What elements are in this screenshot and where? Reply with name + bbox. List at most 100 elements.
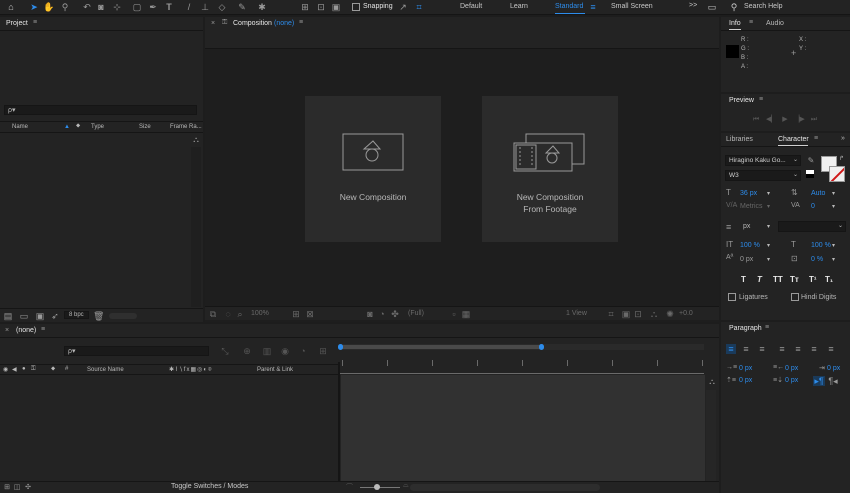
- stroke-width-value[interactable]: px: [743, 223, 750, 230]
- work-area-range[interactable]: [340, 345, 542, 349]
- new-folder-icon[interactable]: ▭: [19, 311, 29, 321]
- small-caps-button[interactable]: Tт: [790, 275, 799, 284]
- work-area-end-handle[interactable]: [539, 344, 544, 350]
- project-scrollbar[interactable]: [191, 147, 201, 307]
- snap-edge-icon[interactable]: ↗: [398, 2, 408, 12]
- column-name[interactable]: Name: [12, 124, 28, 130]
- pen-tool-icon[interactable]: ✒: [148, 2, 158, 12]
- leading-value[interactable]: Auto: [811, 190, 825, 197]
- time-ruler[interactable]: [340, 358, 704, 373]
- project-search-input[interactable]: ρ▾: [4, 105, 197, 115]
- region-icon[interactable]: ▫: [449, 309, 459, 319]
- zoom-slider-handle[interactable]: [374, 484, 380, 490]
- tab-character[interactable]: Character: [778, 136, 809, 143]
- zoom-dropdown[interactable]: 100%: [251, 310, 269, 317]
- faux-bold-button[interactable]: T: [741, 275, 746, 284]
- space-before-value[interactable]: 0 px: [739, 377, 752, 384]
- resolution-dropdown[interactable]: (Full): [408, 310, 424, 317]
- composition-tab-label[interactable]: Composition: [233, 20, 272, 27]
- adjust-project-settings-icon[interactable]: ➶: [50, 311, 60, 321]
- workspace-overflow-button[interactable]: >>: [689, 2, 697, 9]
- toggle-pixel-aspect-icon[interactable]: ⌗: [606, 309, 616, 319]
- interpret-footage-icon[interactable]: ▤: [3, 311, 13, 321]
- zoom-in-icon[interactable]: ⌓: [403, 482, 409, 490]
- puppet-tool-icon[interactable]: ✱: [257, 2, 267, 12]
- hand-tool-icon[interactable]: ✋: [43, 2, 54, 12]
- source-name-column[interactable]: Source Name: [87, 367, 124, 373]
- panel-divider[interactable]: [338, 362, 340, 482]
- work-area-bar[interactable]: [338, 344, 704, 350]
- reset-exposure-icon[interactable]: ✺: [665, 309, 675, 319]
- preview-menu-icon[interactable]: ≡: [759, 96, 763, 103]
- preview-mode-icon[interactable]: ⌕: [235, 309, 245, 319]
- stroke-color-swatch[interactable]: [829, 166, 845, 182]
- kerning-value[interactable]: Metrics: [740, 203, 763, 210]
- timeline-menu-icon[interactable]: ≡: [41, 326, 45, 333]
- timeline-tab-label[interactable]: (none): [16, 327, 36, 334]
- eyedropper-icon[interactable]: ✎: [806, 156, 816, 166]
- zoom-out-icon[interactable]: ⌒: [346, 482, 353, 492]
- video-switch-icon[interactable]: ◉: [3, 366, 8, 373]
- workspace-default[interactable]: Default: [460, 3, 482, 10]
- color-channel-icon[interactable]: ✤: [390, 309, 400, 319]
- font-style-dropdown[interactable]: W3 ⌄: [725, 170, 801, 181]
- all-caps-button[interactable]: TT: [773, 275, 783, 284]
- sync-settings-icon[interactable]: ▭: [706, 2, 718, 12]
- trash-icon[interactable]: 🗑: [93, 311, 104, 321]
- title-safe-icon[interactable]: ⊞: [291, 309, 301, 319]
- work-area-start-handle[interactable]: [338, 344, 343, 350]
- workspace-learn[interactable]: Learn: [510, 3, 528, 10]
- zoom-tool-icon[interactable]: ⚲: [60, 2, 70, 12]
- parent-link-column[interactable]: Parent & Link: [257, 367, 293, 373]
- axis-tool-icon[interactable]: ⊡: [316, 2, 326, 12]
- transparency-grid-icon[interactable]: ▦: [461, 309, 471, 319]
- justify-last-center-icon[interactable]: ≡: [793, 344, 803, 354]
- subscript-button[interactable]: T₁: [825, 275, 833, 284]
- snap-target-icon[interactable]: ⌗: [414, 2, 424, 12]
- roto-brush-tool-icon[interactable]: ✎: [237, 2, 247, 12]
- font-size-value[interactable]: 36 px: [740, 190, 757, 197]
- comp-flowchart-icon[interactable]: ⊞: [318, 346, 328, 356]
- bpc-button[interactable]: 8 bpc: [64, 311, 89, 319]
- flowchart-icon[interactable]: ⛬: [191, 135, 201, 145]
- audio-switch-icon[interactable]: ◀: [12, 366, 17, 373]
- switches-icons[interactable]: ✱⌇∖fx▦◎◐⌾: [169, 366, 213, 374]
- rotate-tool-icon[interactable]: ↶: [82, 2, 92, 12]
- workspace-menu-icon[interactable]: ≡: [589, 2, 597, 12]
- black-swatch[interactable]: [806, 174, 814, 178]
- comp-button-icon[interactable]: ⛬: [707, 377, 717, 387]
- hindi-digits-checkbox[interactable]: [791, 293, 799, 301]
- column-size[interactable]: Size: [139, 124, 151, 130]
- graph-editor-icon[interactable]: ◔: [298, 346, 308, 356]
- tracking-value[interactable]: 0: [811, 203, 815, 210]
- toggle-switches-modes-button[interactable]: Toggle Switches / Modes: [171, 483, 248, 490]
- horizontal-scale-value[interactable]: 100 %: [811, 242, 831, 249]
- workspace-standard[interactable]: Standard: [555, 3, 583, 10]
- label-tag-icon[interactable]: ⬥: [76, 123, 80, 130]
- tab-info[interactable]: Info: [729, 20, 741, 27]
- indent-right-value[interactable]: 0 px: [785, 365, 798, 372]
- timeline-zoom-slider[interactable]: [360, 487, 400, 488]
- first-frame-icon[interactable]: ⏮: [751, 115, 761, 125]
- align-left-icon[interactable]: ≡: [726, 344, 736, 354]
- align-right-icon[interactable]: ≡: [757, 344, 767, 354]
- render-time-icon[interactable]: ⊞: [3, 483, 11, 493]
- solo-switch-icon[interactable]: ●: [22, 366, 26, 372]
- timeline-scrollbar[interactable]: [706, 390, 716, 482]
- character-overflow-button[interactable]: »: [841, 135, 845, 142]
- show-snapshot-icon[interactable]: ◔: [377, 309, 387, 319]
- clone-stamp-tool-icon[interactable]: ⊥: [200, 2, 210, 12]
- workspace-small-screen[interactable]: Small Screen: [611, 3, 653, 10]
- space-after-value[interactable]: 0 px: [785, 377, 798, 384]
- expand-panes-icon[interactable]: ✣: [24, 483, 32, 493]
- in-out-icon[interactable]: ◫: [13, 483, 21, 493]
- panel-menu-icon[interactable]: ≡: [33, 19, 37, 26]
- selection-tool-icon[interactable]: ➤: [29, 2, 39, 12]
- swap-colors-icon[interactable]: ↱: [839, 155, 844, 162]
- project-thumb-slider[interactable]: [109, 313, 137, 319]
- brush-tool-icon[interactable]: /: [184, 2, 194, 12]
- pan-behind-tool-icon[interactable]: ⊹: [112, 2, 122, 12]
- exposure-value[interactable]: +0.0: [679, 310, 693, 317]
- tab-audio[interactable]: Audio: [766, 20, 784, 27]
- align-tool-icon[interactable]: ⊞: [300, 2, 310, 12]
